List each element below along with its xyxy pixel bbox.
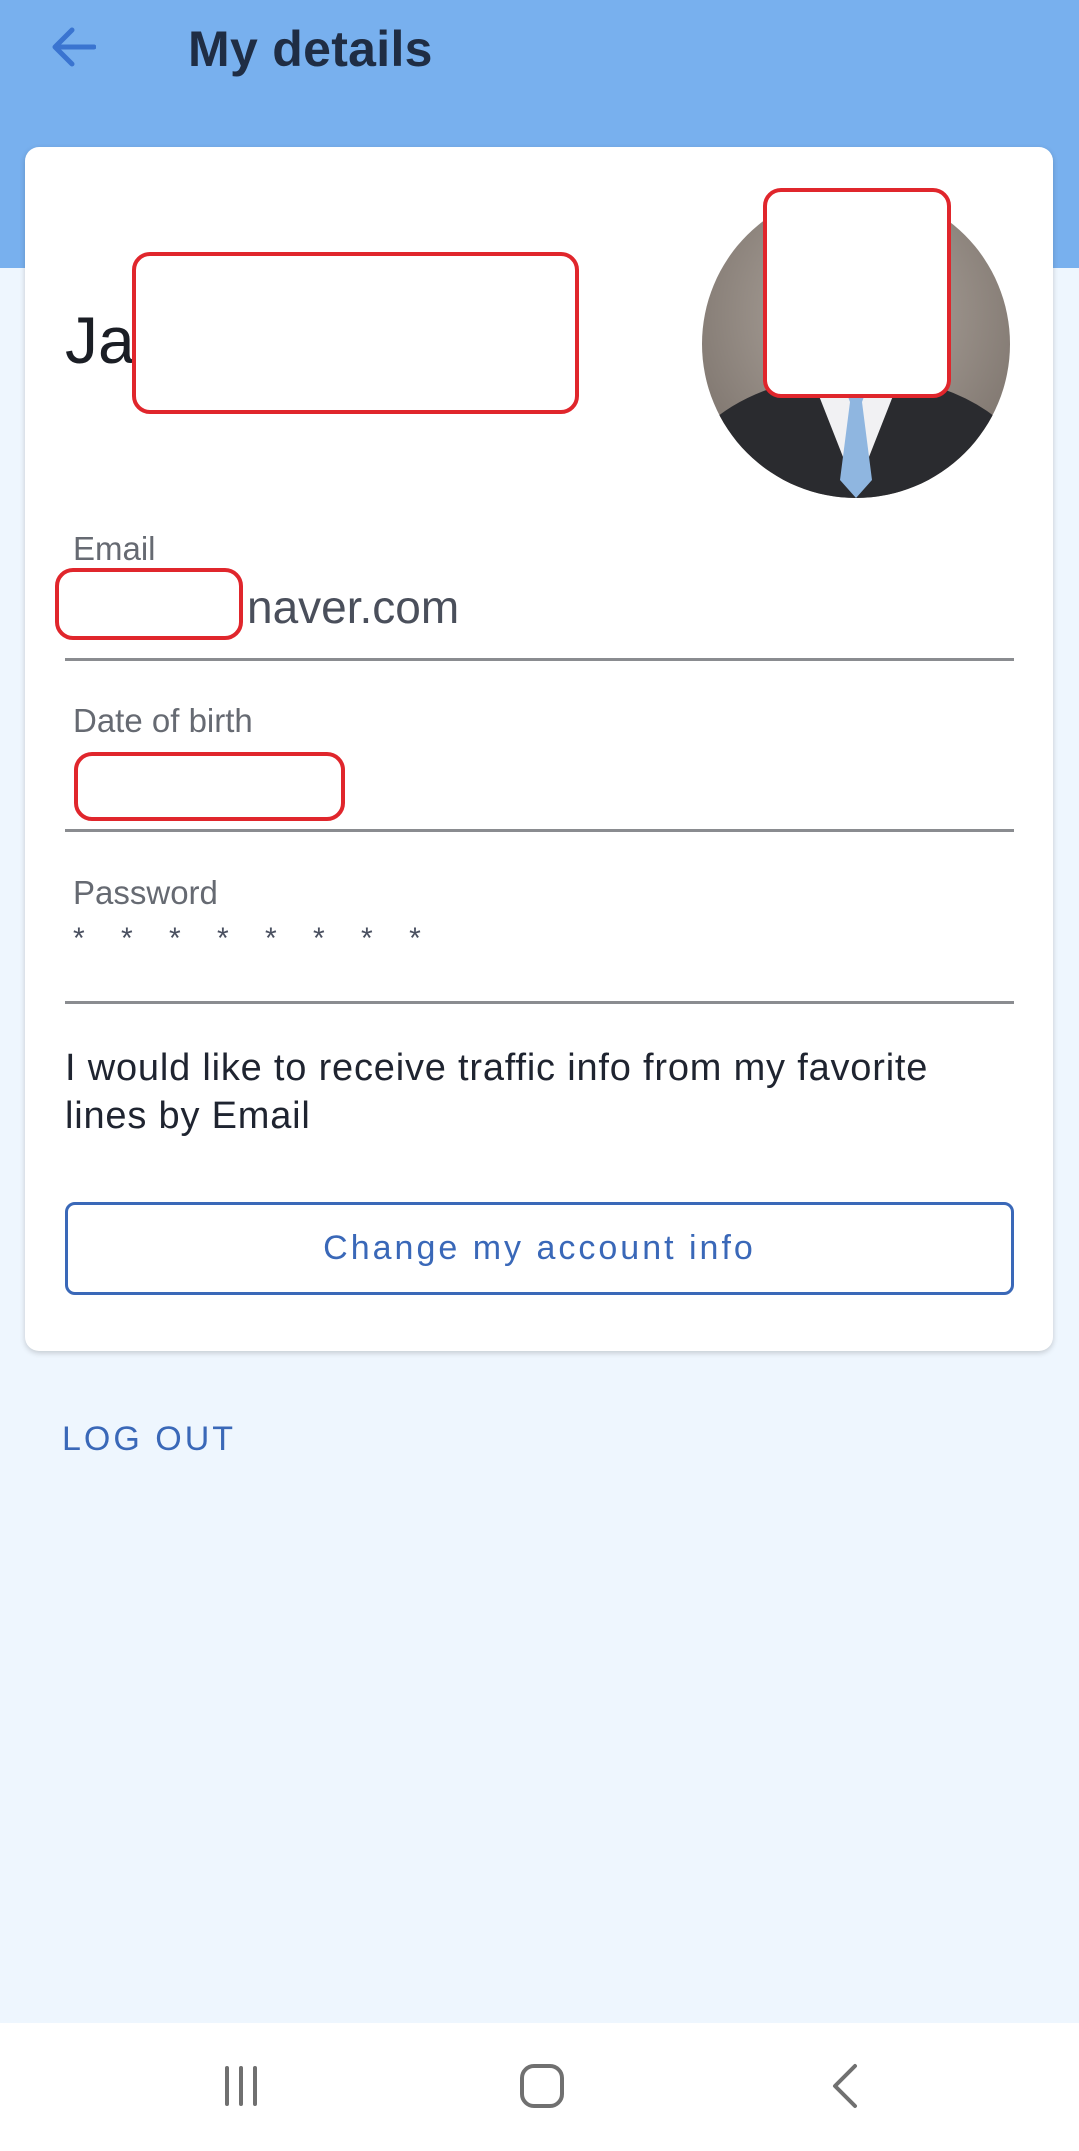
back-button[interactable]	[40, 14, 106, 80]
recents-icon	[225, 2066, 257, 2106]
user-name: Ja	[65, 303, 135, 377]
email-underline	[65, 658, 1014, 661]
email-label: Email	[73, 530, 156, 567]
system-nav-bar	[0, 2023, 1079, 2151]
password-underline	[65, 1001, 1014, 1004]
email-optin-text[interactable]: I would like to receive traffic info fro…	[65, 1044, 965, 1140]
recents-button[interactable]	[196, 2051, 286, 2121]
nav-back-button[interactable]	[800, 2051, 890, 2121]
page-title: My details	[188, 21, 433, 77]
email-value[interactable]: naver.com	[247, 580, 459, 634]
dob-redaction	[74, 752, 345, 821]
home-icon	[520, 2064, 564, 2108]
arrow-left-icon	[52, 27, 96, 67]
face-redaction	[763, 188, 951, 398]
dob-underline	[65, 829, 1014, 832]
password-value[interactable]: * * * * * * * *	[73, 922, 435, 956]
email-redaction	[55, 568, 243, 640]
change-account-info-button[interactable]: Change my account info	[65, 1202, 1014, 1295]
home-button[interactable]	[497, 2051, 587, 2121]
back-chevron-icon	[833, 2064, 857, 2108]
name-redaction	[132, 252, 579, 414]
logout-button[interactable]: LOG OUT	[62, 1420, 236, 1459]
password-label: Password	[73, 874, 218, 911]
dob-label: Date of birth	[73, 702, 253, 739]
